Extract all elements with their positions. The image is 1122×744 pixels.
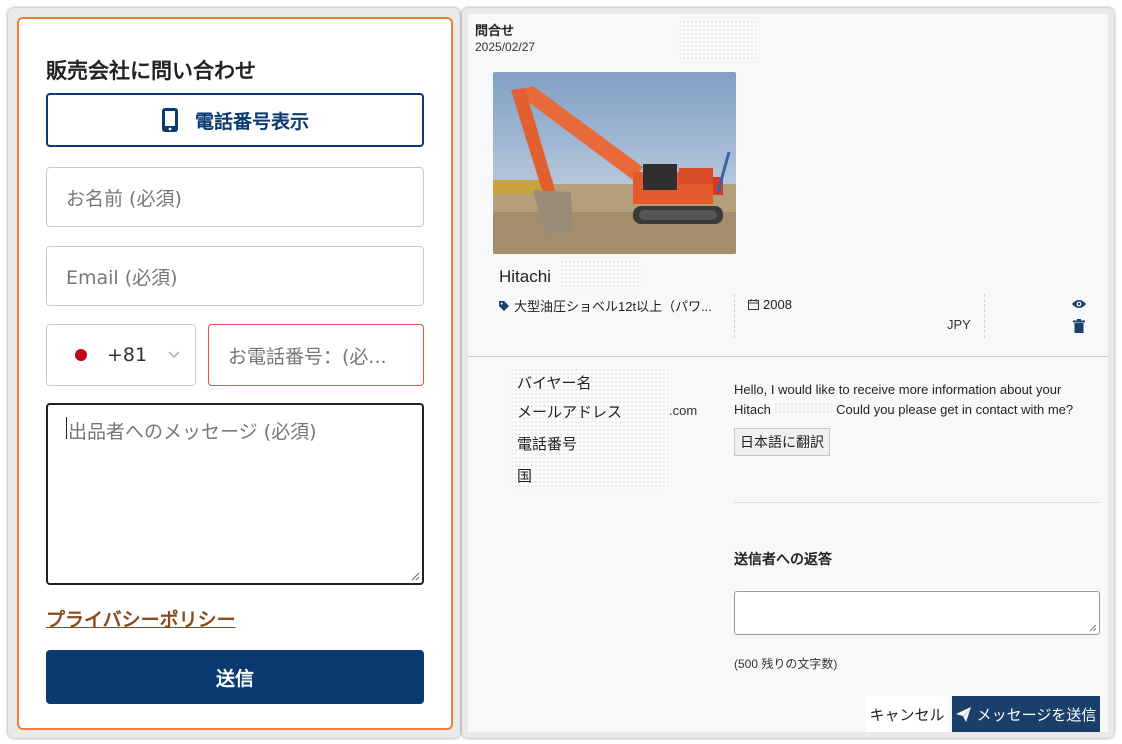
calendar-icon — [748, 299, 759, 310]
paper-plane-icon — [955, 706, 971, 722]
excavator-image — [493, 72, 736, 254]
name-input[interactable]: お名前 (必須) — [46, 167, 424, 227]
category: 大型油圧ショベル12t以上（パワ... — [498, 296, 712, 315]
privacy-policy-link[interactable]: プライバシーポリシー — [46, 605, 236, 632]
eye-icon[interactable] — [1071, 298, 1087, 310]
divider — [984, 294, 985, 338]
buyer-phone-label: 電話番号 — [517, 436, 578, 453]
message-textarea[interactable]: 出品者へのメッセージ (必須) — [46, 403, 424, 585]
phone-number-input[interactable]: お電話番号：(必... — [208, 324, 424, 386]
message-placeholder: 出品者へのメッセージ (必須) — [68, 421, 317, 443]
name-placeholder: お名前 (必須) — [66, 187, 182, 210]
remaining-characters: (500 残りの文字数) — [734, 657, 838, 671]
machine-photo[interactable] — [493, 72, 736, 254]
buyer-email-label: メールアドレス — [517, 404, 623, 421]
redacted-area — [774, 402, 833, 414]
send-message-button[interactable]: メッセージを送信 — [952, 696, 1100, 732]
redacted-area — [560, 260, 642, 290]
section-divider — [734, 502, 1100, 503]
japan-flag-icon — [75, 349, 87, 361]
buyer-country-label: 国 — [517, 468, 533, 485]
reply-label: 送信者への返答 — [734, 551, 832, 567]
send-message-label: メッセージを送信 — [976, 706, 1097, 724]
mobile-phone-icon — [161, 108, 178, 132]
year-value: 2008 — [763, 297, 792, 312]
message-text: Could you please get in contact with me? — [836, 402, 1074, 417]
inquiry-detail-panel: 問合せ 2025/02/27 Hitachi 大型油圧ショベル12t以上（パワ.… — [462, 8, 1114, 738]
trash-icon[interactable] — [1073, 319, 1085, 333]
show-phone-number-button[interactable]: 電話番号表示 — [46, 93, 424, 147]
country-code-value: +81 — [107, 344, 148, 366]
category-text: 大型油圧ショベル12t以上（パワ... — [514, 299, 712, 314]
resize-handle-icon[interactable] — [1089, 624, 1097, 632]
buyer-name-label: バイヤー名 — [517, 375, 592, 392]
message-line: Hitach Could you please get in contact w… — [734, 400, 1094, 420]
section-divider — [468, 356, 1108, 357]
inquiry-date: 2025/02/27 — [475, 40, 536, 54]
email-placeholder: Email (必須) — [66, 266, 178, 289]
reply-textarea[interactable] — [734, 591, 1100, 635]
currency: JPY — [947, 317, 971, 332]
country-code-select[interactable]: +81 — [46, 324, 196, 386]
inquiry-detail-content: 問合せ 2025/02/27 Hitachi 大型油圧ショベル12t以上（パワ.… — [468, 14, 1108, 732]
submit-button[interactable]: 送信 — [46, 650, 424, 704]
translate-to-japanese-button[interactable]: 日本語に翻訳 — [734, 428, 830, 456]
resize-handle-icon[interactable] — [410, 571, 420, 581]
message-line: Hello, I would like to receive more info… — [734, 382, 1062, 397]
inquiry-label: 問合せ — [475, 23, 515, 38]
text-caret — [66, 417, 67, 439]
divider — [734, 294, 735, 338]
chevron-down-icon — [168, 351, 180, 359]
inquiry-message: Hello, I would like to receive more info… — [734, 380, 1094, 420]
contact-form-panel: 販売会社に問い合わせ 電話番号表示 お名前 (必須) Email (必須) +8… — [8, 8, 460, 738]
tag-icon — [499, 300, 509, 311]
email-input[interactable]: Email (必須) — [46, 246, 424, 306]
phone-number-placeholder: お電話番号：(必... — [228, 345, 387, 368]
contact-form-title: 販売会社に問い合わせ — [46, 59, 256, 83]
show-phone-number-label: 電話番号表示 — [194, 110, 309, 133]
redacted-area — [678, 20, 758, 60]
message-text: Hitach — [734, 402, 771, 417]
year: 2008 — [748, 297, 792, 312]
buyer-email-suffix: .com — [669, 403, 698, 418]
machine-name[interactable]: Hitachi — [499, 267, 551, 287]
contact-form-card: 販売会社に問い合わせ 電話番号表示 お名前 (必須) Email (必須) +8… — [17, 17, 453, 730]
cancel-button[interactable]: キャンセル — [866, 696, 948, 732]
